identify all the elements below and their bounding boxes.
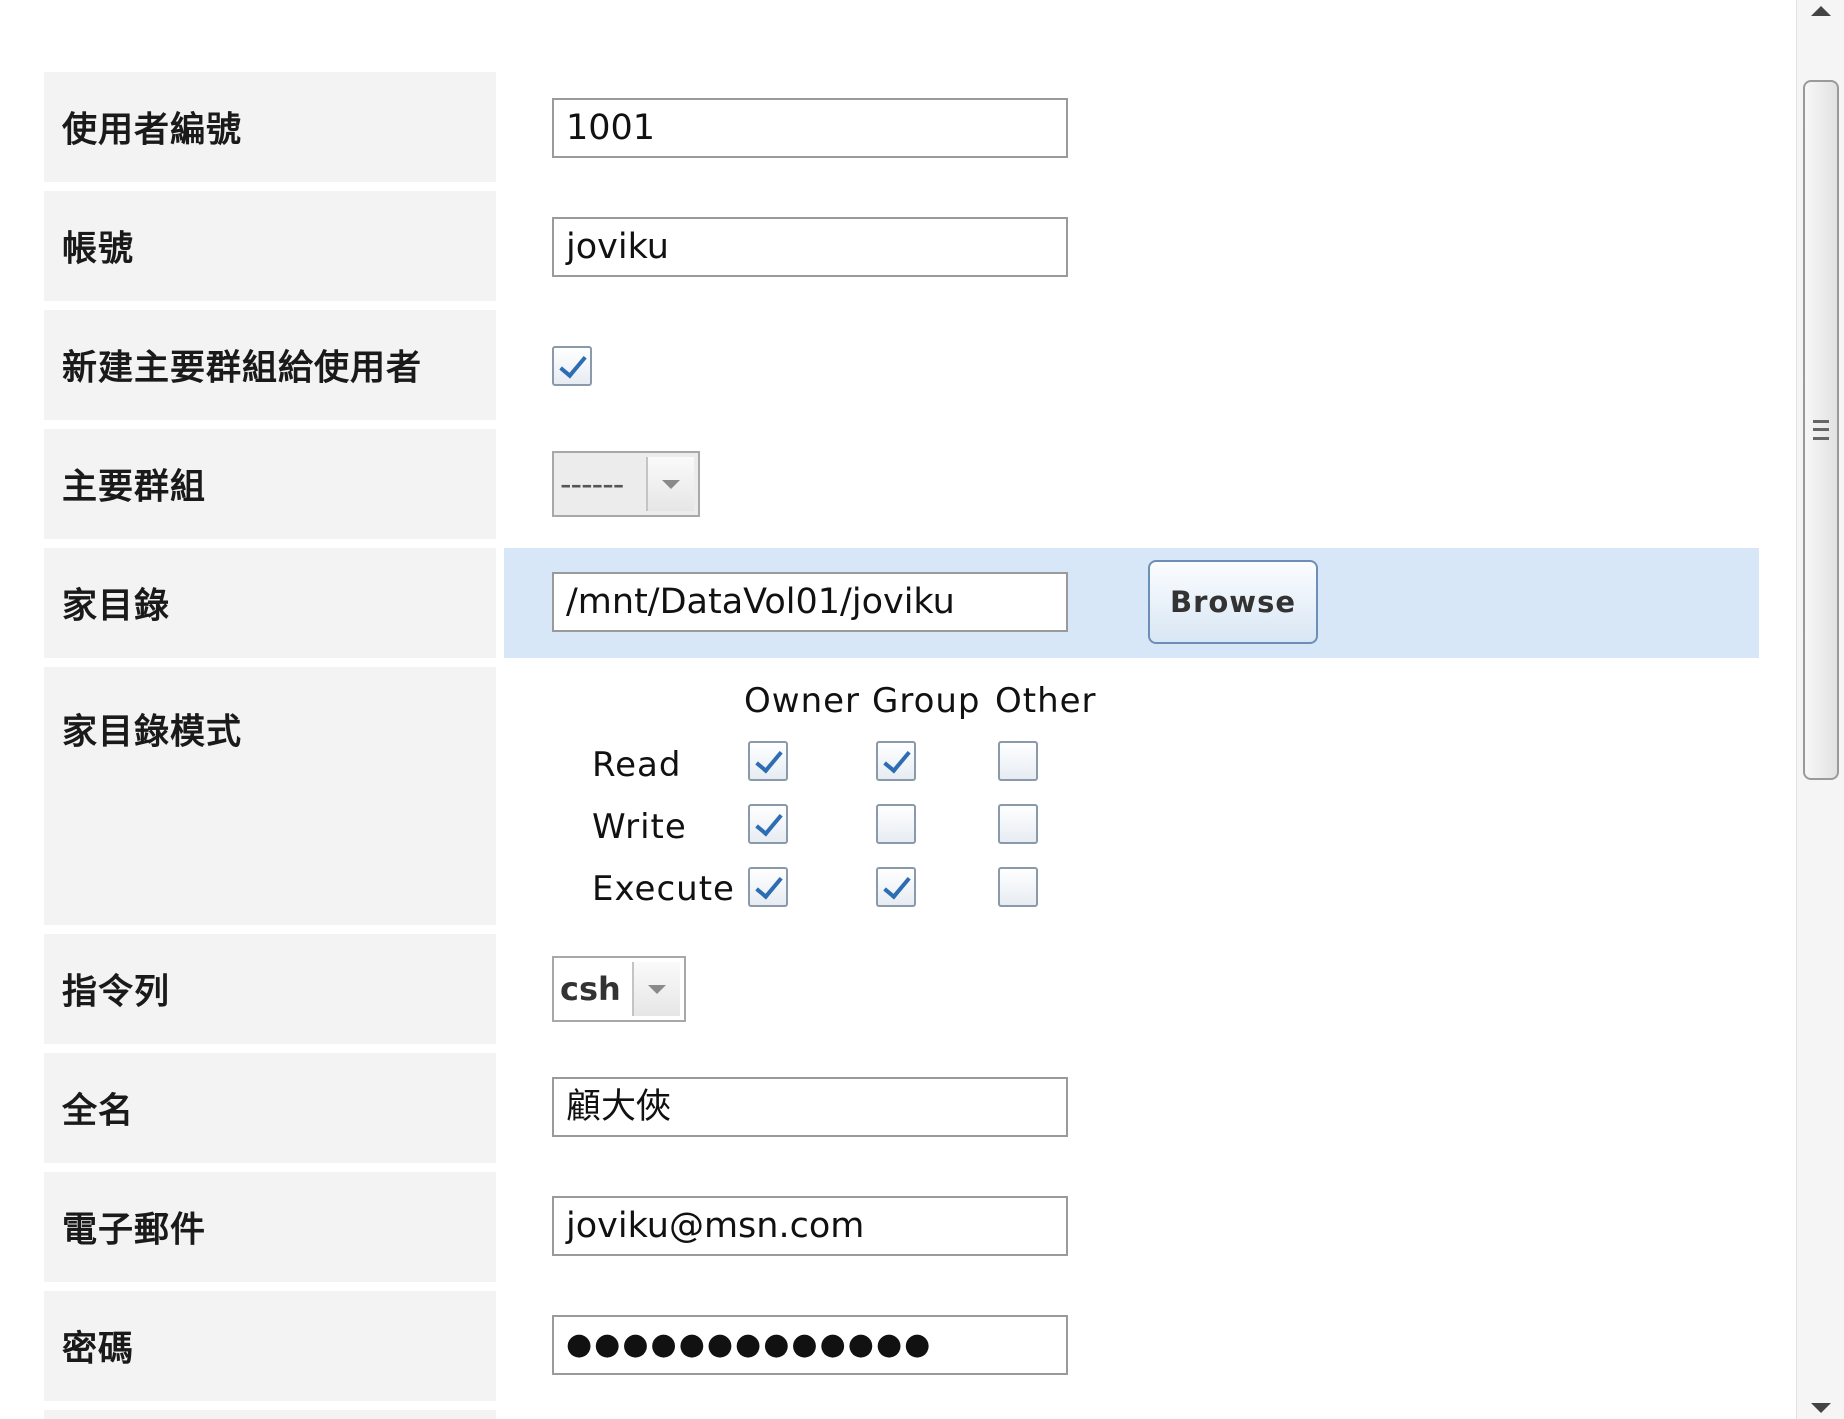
- label-cell: 指令列: [44, 934, 496, 1044]
- perm-execute-group-checkbox[interactable]: [876, 867, 916, 907]
- shell-select[interactable]: csh: [552, 956, 686, 1022]
- account-input[interactable]: joviku: [552, 217, 1068, 277]
- value-cell: ------: [504, 429, 1759, 539]
- value-cell: csh: [504, 934, 1759, 1044]
- chevron-down-icon[interactable]: [632, 962, 680, 1016]
- grip-icon: [1813, 420, 1829, 440]
- email-label: 電子郵件: [62, 1210, 207, 1251]
- perm-row-label: Read: [592, 745, 682, 785]
- row-password: 密碼 ●●●●●●●●●●●●●: [44, 1291, 1759, 1401]
- perm-execute-owner-checkbox[interactable]: [748, 867, 788, 907]
- label-cell: 全名: [44, 1053, 496, 1163]
- arrow-up-icon[interactable]: [1811, 6, 1831, 16]
- row-next-partial: [44, 1410, 1759, 1419]
- column-group: Group: [872, 681, 981, 721]
- scroll-thumb[interactable]: [1803, 80, 1839, 780]
- browse-button[interactable]: Browse: [1148, 560, 1318, 644]
- label-cell: 電子郵件: [44, 1172, 496, 1282]
- email-input[interactable]: joviku@msn.com: [552, 1196, 1068, 1256]
- row-shell: 指令列 csh: [44, 934, 1759, 1044]
- password-input[interactable]: ●●●●●●●●●●●●●: [552, 1315, 1068, 1375]
- home-dir-input[interactable]: /mnt/DataVol01/joviku: [552, 572, 1068, 632]
- label-cell: 帳號: [44, 191, 496, 301]
- column-owner: Owner: [744, 681, 861, 721]
- label-cell: 家目錄模式: [44, 667, 496, 925]
- row-home-dir: 家目錄 /mnt/DataVol01/joviku Browse: [44, 548, 1759, 658]
- value-cell: ●●●●●●●●●●●●●: [504, 1291, 1759, 1401]
- permission-grid: Owner Group Other Read Write Execute: [504, 667, 1759, 925]
- row-full-name: 全名 顧大俠: [44, 1053, 1759, 1163]
- primary-group-selected: ------: [560, 465, 624, 503]
- vertical-scrollbar[interactable]: [1796, 0, 1844, 1419]
- label-cell: 主要群組: [44, 429, 496, 539]
- home-dir-label: 家目錄: [62, 586, 171, 627]
- perm-execute-other-checkbox[interactable]: [998, 867, 1038, 907]
- value-cell: [504, 310, 1759, 420]
- user-id-input[interactable]: 1001: [552, 98, 1068, 158]
- perm-row-label: Execute: [592, 869, 735, 909]
- column-other: Other: [995, 681, 1097, 721]
- value-cell: 1001: [504, 72, 1759, 182]
- label-cell: 使用者編號: [44, 72, 496, 182]
- perm-read-group-checkbox[interactable]: [876, 741, 916, 781]
- label-cell: 新建主要群組給使用者: [44, 310, 496, 420]
- perm-write-group-checkbox[interactable]: [876, 804, 916, 844]
- row-primary-group: 主要群組 ------: [44, 429, 1759, 539]
- row-create-primary-group: 新建主要群組給使用者: [44, 310, 1759, 420]
- label-cell: 家目錄: [44, 548, 496, 658]
- row-home-mode: 家目錄模式 Owner Group Other Read Write Execu…: [44, 667, 1759, 925]
- user-edit-form: 使用者編號 1001 帳號 joviku 新建主要群組給使用者 主要群組 ---…: [0, 0, 1844, 1419]
- create-primary-group-label: 新建主要群組給使用者: [62, 348, 423, 389]
- perm-write-owner-checkbox[interactable]: [748, 804, 788, 844]
- label-cell: 密碼: [44, 1291, 496, 1401]
- home-mode-label: 家目錄模式: [62, 712, 243, 753]
- arrow-down-icon[interactable]: [1811, 1403, 1831, 1413]
- perm-read-owner-checkbox[interactable]: [748, 741, 788, 781]
- full-name-input[interactable]: 顧大俠: [552, 1077, 1068, 1137]
- row-email: 電子郵件 joviku@msn.com: [44, 1172, 1759, 1282]
- primary-group-select[interactable]: ------: [552, 451, 700, 517]
- account-label: 帳號: [62, 229, 135, 270]
- label-cell: [44, 1410, 496, 1419]
- full-name-label: 全名: [62, 1091, 135, 1132]
- value-cell: joviku: [504, 191, 1759, 301]
- primary-group-label: 主要群組: [62, 467, 207, 508]
- value-cell: /mnt/DataVol01/joviku Browse: [504, 548, 1759, 658]
- perm-write-other-checkbox[interactable]: [998, 804, 1038, 844]
- password-label: 密碼: [62, 1329, 135, 1370]
- perm-read-other-checkbox[interactable]: [998, 741, 1038, 781]
- user-id-label: 使用者編號: [62, 110, 243, 151]
- chevron-down-icon[interactable]: [646, 457, 694, 511]
- row-account: 帳號 joviku: [44, 191, 1759, 301]
- perm-row-label: Write: [592, 807, 687, 847]
- value-cell: 顧大俠: [504, 1053, 1759, 1163]
- shell-selected: csh: [560, 970, 621, 1008]
- row-user-id: 使用者編號 1001: [44, 72, 1759, 182]
- create-primary-group-checkbox[interactable]: [552, 346, 592, 386]
- value-cell: joviku@msn.com: [504, 1172, 1759, 1282]
- shell-label: 指令列: [62, 972, 171, 1013]
